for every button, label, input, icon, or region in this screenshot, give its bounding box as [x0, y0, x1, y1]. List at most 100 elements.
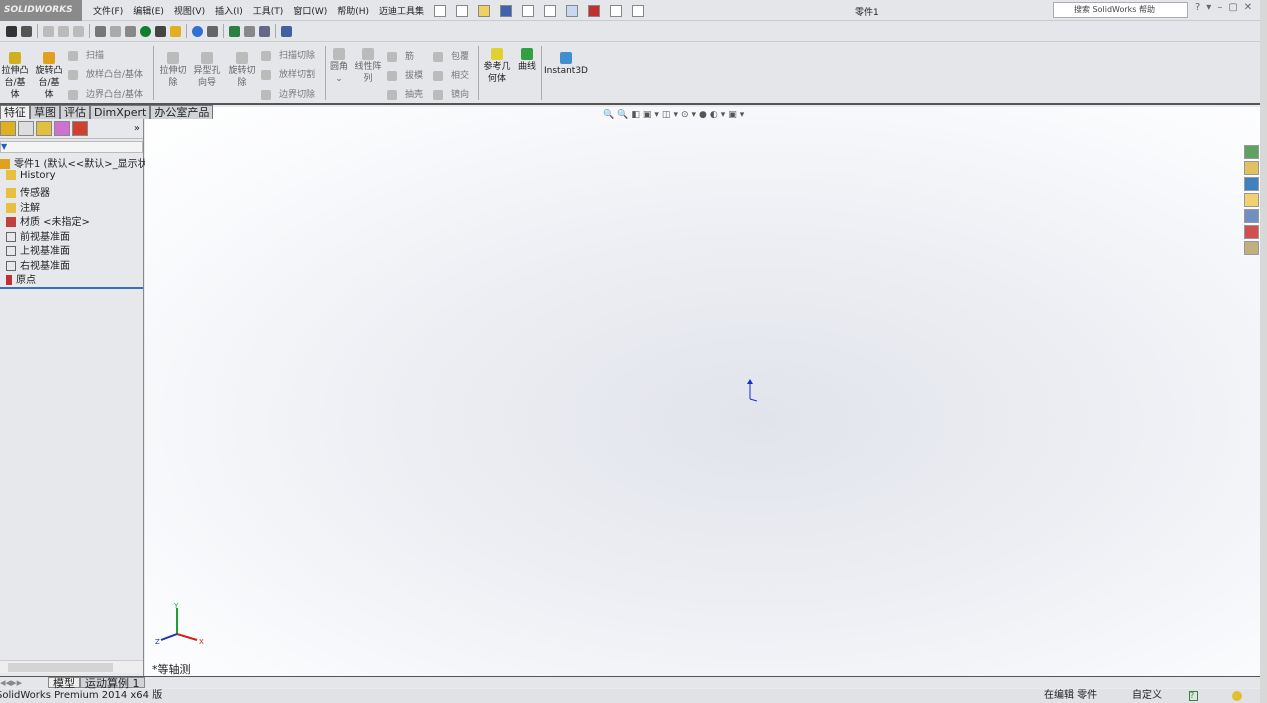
boundary-cut-button[interactable]: 边界切除	[261, 87, 315, 100]
folder-icon[interactable]	[1244, 193, 1259, 207]
intersect-button[interactable]: 相交	[433, 68, 469, 81]
rib-button[interactable]: 筋	[387, 49, 414, 62]
tab-model[interactable]: 模型	[48, 677, 80, 689]
mw-icon[interactable]	[155, 25, 166, 37]
divider	[223, 24, 224, 38]
menu-window[interactable]: 窗口(W)	[293, 4, 327, 17]
feature-tree-tab-icon[interactable]	[0, 121, 16, 136]
file-properties-icon[interactable]	[610, 4, 623, 17]
tree-filter[interactable]: ▼	[0, 141, 143, 153]
sweep-cut-button[interactable]: 扫描切除	[261, 48, 315, 61]
save-icon[interactable]	[500, 4, 513, 17]
binoculars-icon[interactable]	[207, 25, 218, 37]
draft-button[interactable]: 拔模	[387, 68, 423, 81]
menu-insert[interactable]: 插入(I)	[215, 4, 243, 17]
tab-evaluate[interactable]: 评估	[60, 105, 90, 119]
display-icon[interactable]	[43, 25, 54, 37]
tab-scroll-arrows[interactable]: ◂◂▸▸	[0, 677, 48, 688]
bottom-tabs: ◂◂▸▸ 模型 运动算例 1	[0, 676, 1260, 689]
dimension-icon[interactable]	[21, 25, 32, 37]
appearances-icon[interactable]	[1244, 225, 1259, 239]
menu-file[interactable]: 文件(F)	[93, 4, 123, 17]
key-icon[interactable]	[6, 25, 17, 37]
gear2-icon[interactable]	[110, 25, 121, 37]
sweep-button[interactable]: 扫描	[68, 48, 104, 61]
menu-help[interactable]: 帮助(H)	[337, 4, 369, 17]
excel-icon[interactable]	[229, 25, 240, 37]
extrude-boss-button[interactable]: 拉伸凸 台/基 体	[0, 50, 30, 101]
horizontal-scrollbar[interactable]	[0, 660, 143, 673]
funnel-icon[interactable]	[125, 25, 136, 37]
heads-up-view-toolbar[interactable]: 🔍🔍◧▣▾◫▾⊙▾●◐▾▣▾	[603, 110, 747, 120]
window-controls[interactable]: ?▾–▢✕	[1195, 2, 1258, 13]
tree-item-sensors[interactable]: 传感器	[0, 184, 50, 199]
tree-item-top-plane[interactable]: 上视基准面	[0, 242, 70, 257]
wrap-button[interactable]: 包覆	[433, 49, 469, 62]
image-icon[interactable]	[259, 25, 270, 37]
edit-mode: 在编辑 零件	[1044, 690, 1098, 701]
rebuild-icon[interactable]	[588, 4, 601, 17]
view-palette-icon[interactable]	[1244, 209, 1259, 223]
tab-sketch[interactable]: 草图	[30, 105, 60, 119]
pin-icon[interactable]	[434, 4, 447, 17]
rebuild-status-icon[interactable]	[1232, 691, 1242, 701]
help-status-icon[interactable]: ?	[1189, 691, 1198, 701]
display-manager-tab-icon[interactable]	[72, 121, 88, 136]
fillet-button[interactable]: 圆角 ⌄	[328, 46, 350, 85]
menu-tools[interactable]: 工具(T)	[253, 4, 284, 17]
new-icon[interactable]	[456, 4, 469, 17]
instant3d-button[interactable]: Instant3D	[544, 50, 588, 77]
custom-properties-icon[interactable]	[1244, 241, 1259, 255]
extrude-cut-button[interactable]: 拉伸切 除	[157, 50, 189, 89]
select-icon[interactable]	[566, 4, 579, 17]
configuration-tab-icon[interactable]	[36, 121, 52, 136]
menu-maidi-tools[interactable]: 迈迪工具集	[379, 4, 424, 17]
help-search-input[interactable]: 搜索 SolidWorks 帮助	[1053, 2, 1188, 18]
expand-icon[interactable]: »	[134, 123, 140, 134]
hole-wizard-button[interactable]: 异型孔 向导	[191, 50, 223, 89]
tab-features[interactable]: 特征	[0, 105, 30, 119]
printer-icon[interactable]	[244, 25, 255, 37]
tree-item-history[interactable]: History	[0, 170, 56, 181]
loft-boss-button[interactable]: 放样凸台/基体	[68, 67, 143, 80]
open-icon[interactable]	[478, 4, 491, 17]
plugin-icon[interactable]	[170, 25, 181, 37]
boundary-boss-button[interactable]: 边界凸台/基体	[68, 87, 143, 100]
tree-item-annotations[interactable]: 注解	[0, 199, 40, 214]
menu-edit[interactable]: 编辑(E)	[133, 4, 164, 17]
tree-item-right-plane[interactable]: 右视基准面	[0, 257, 70, 272]
tab-motion-study[interactable]: 运动算例 1	[80, 677, 145, 689]
tree-item-origin[interactable]: 原点	[0, 271, 36, 286]
library-icon[interactable]	[1244, 177, 1259, 191]
curves-button[interactable]: 曲线	[515, 46, 539, 73]
shell-button[interactable]: 抽壳	[387, 87, 423, 100]
assembly-icon[interactable]	[58, 25, 69, 37]
tab-dimxpert[interactable]: DimXpert	[90, 105, 151, 119]
property-manager-tab-icon[interactable]	[18, 121, 34, 136]
revolve-boss-button[interactable]: 旋转凸 台/基 体	[34, 50, 64, 101]
reference-geometry-button[interactable]: 参考几 何体	[481, 46, 513, 85]
report-icon[interactable]	[281, 25, 292, 37]
gear-icon[interactable]	[95, 25, 106, 37]
loft-cut-button[interactable]: 放样切割	[261, 67, 315, 80]
options-icon[interactable]	[632, 4, 645, 17]
tab-office-products[interactable]: 办公室产品	[150, 105, 214, 119]
print-icon[interactable]	[522, 4, 535, 17]
tree-root[interactable]: 零件1 (默认<<默认>_显示状态	[0, 155, 158, 170]
rollback-bar[interactable]	[0, 287, 143, 289]
tree-item-front-plane[interactable]: 前视基准面	[0, 228, 70, 243]
revolve-cut-button[interactable]: 旋转切 除	[226, 50, 258, 89]
graphics-area[interactable]: 🔍🔍◧▣▾◫▾⊙▾●◐▾▣▾ Y X Z *等轴测	[145, 107, 1260, 676]
undo-icon[interactable]	[544, 4, 557, 17]
disabled-icon[interactable]	[73, 25, 84, 37]
tree-item-material[interactable]: 材质 <未指定>	[0, 213, 90, 228]
home-icon[interactable]	[1244, 161, 1259, 175]
linear-pattern-button[interactable]: 线性阵 列	[352, 46, 384, 85]
menu-view[interactable]: 视图(V)	[174, 4, 205, 17]
resources-icon[interactable]	[1244, 145, 1259, 159]
search-icon[interactable]	[192, 25, 203, 37]
ring-icon[interactable]	[140, 25, 151, 37]
unit-system[interactable]: 自定义	[1132, 689, 1162, 703]
mirror-button[interactable]: 镜向	[433, 87, 469, 100]
dimxpert-tab-icon[interactable]	[54, 121, 70, 136]
